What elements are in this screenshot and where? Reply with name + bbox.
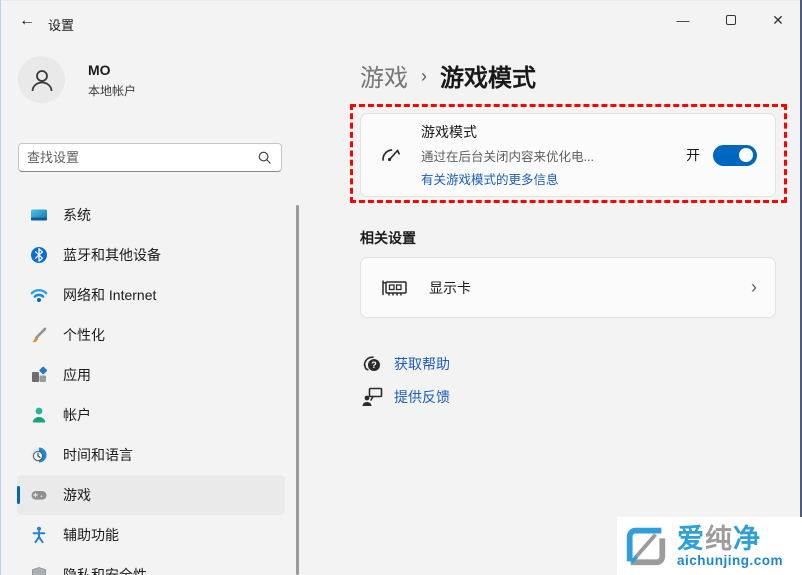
breadcrumb-parent[interactable]: 游戏 <box>360 58 408 93</box>
get-help-icon: ? <box>360 352 386 376</box>
search-icon[interactable] <box>257 150 272 165</box>
person-icon <box>31 69 52 91</box>
watermark: 爱纯净 aichunjing.com <box>617 517 802 575</box>
sidebar-item-accounts[interactable]: 帐户 <box>17 395 285 435</box>
sidebar-item-label: 个性化 <box>63 327 105 343</box>
maximize-button[interactable] <box>711 6 751 34</box>
settings-window: ← 设置 — ✕ MO 本地帐户 系统 <box>0 0 802 575</box>
network-icon <box>30 286 48 304</box>
sidebar-item-label: 网络和 Internet <box>63 287 157 303</box>
system-icon <box>30 206 48 224</box>
gaming-icon <box>30 486 48 504</box>
game-mode-more-info-link[interactable]: 有关游戏模式的更多信息 <box>421 169 686 188</box>
game-mode-icon <box>361 142 421 168</box>
sidebar-item-network[interactable]: 网络和 Internet <box>17 275 285 315</box>
profile-account-type: 本地帐户 <box>88 84 137 98</box>
chevron-right-icon: › <box>751 277 757 297</box>
time-language-icon <box>30 446 48 464</box>
personalization-icon <box>30 326 48 344</box>
accessibility-icon <box>30 526 48 544</box>
feedback-link[interactable]: 提供反馈 <box>360 385 450 409</box>
sidebar-item-gaming[interactable]: 游戏 <box>17 475 285 515</box>
svg-text:?: ? <box>371 360 377 370</box>
back-button[interactable]: ← <box>14 10 40 32</box>
game-mode-text: 游戏模式 通过在后台关闭内容来优化电... 有关游戏模式的更多信息 <box>421 122 686 188</box>
get-help-link[interactable]: ? 获取帮助 <box>360 352 450 376</box>
user-profile[interactable]: MO 本地帐户 <box>18 56 278 106</box>
sidebar-item-label: 帐户 <box>63 407 91 423</box>
game-mode-card: 游戏模式 通过在后台关闭内容来优化电... 有关游戏模式的更多信息 开 <box>360 113 776 197</box>
sidebar-item-system[interactable]: 系统 <box>17 195 285 235</box>
sidebar-item-label: 辅助功能 <box>63 527 119 543</box>
watermark-text: 爱纯净 aichunjing.com <box>677 525 783 568</box>
app-title: 设置 <box>48 18 75 33</box>
profile-name: MO <box>88 62 111 78</box>
sidebar-item-label: 时间和语言 <box>63 447 133 463</box>
sidebar: 系统 蓝牙和其他设备 网络和 Internet 个性化 应用 帐户 时间和语言 … <box>0 195 296 575</box>
minimize-button[interactable]: — <box>663 6 703 34</box>
close-button[interactable]: ✕ <box>758 6 798 34</box>
breadcrumb: 游戏 › 游戏模式 <box>360 58 536 93</box>
bluetooth-icon <box>30 246 48 264</box>
maximize-icon <box>726 15 736 25</box>
toggle-state-label: 开 <box>686 147 700 163</box>
related-settings-header: 相关设置 <box>360 230 416 246</box>
watermark-brand: 爱纯净 <box>677 523 761 554</box>
search-input[interactable] <box>19 150 257 165</box>
graphics-card-row[interactable]: 显示卡 › <box>360 257 776 318</box>
apps-icon <box>30 366 48 384</box>
game-mode-toggle-area: 开 <box>686 144 757 166</box>
sidebar-item-accessibility[interactable]: 辅助功能 <box>17 515 285 555</box>
sidebar-item-time-language[interactable]: 时间和语言 <box>17 435 285 475</box>
toggle-knob <box>739 148 753 162</box>
sidebar-item-apps[interactable]: 应用 <box>17 355 285 395</box>
sidebar-item-label: 游戏 <box>63 487 91 503</box>
graphics-card-label: 显示卡 <box>429 279 471 296</box>
privacy-icon <box>30 566 48 575</box>
game-mode-toggle[interactable] <box>713 144 757 166</box>
get-help-label: 获取帮助 <box>394 356 450 372</box>
sidebar-item-label: 蓝牙和其他设备 <box>63 247 161 263</box>
sidebar-item-label: 隐私和安全性 <box>63 567 147 575</box>
accounts-icon <box>30 406 48 424</box>
sidebar-item-label: 系统 <box>63 207 91 223</box>
sidebar-item-label: 应用 <box>63 367 91 383</box>
sidebar-item-bluetooth[interactable]: 蓝牙和其他设备 <box>17 235 285 275</box>
watermark-logo-icon <box>623 523 669 569</box>
feedback-icon <box>360 385 386 409</box>
page-title: 游戏模式 <box>440 65 536 92</box>
game-mode-description: 通过在后台关闭内容来优化电... <box>421 150 594 164</box>
avatar <box>18 56 65 103</box>
graphics-card-icon <box>381 276 409 300</box>
game-mode-title: 游戏模式 <box>421 124 477 140</box>
sidebar-scrollbar[interactable] <box>296 205 299 575</box>
sidebar-item-personalization[interactable]: 个性化 <box>17 315 285 355</box>
sidebar-item-privacy[interactable]: 隐私和安全性 <box>17 555 285 575</box>
search-box <box>18 143 282 172</box>
feedback-label: 提供反馈 <box>394 389 450 405</box>
watermark-domain: aichunjing.com <box>677 552 784 568</box>
breadcrumb-separator-icon: › <box>421 66 427 86</box>
